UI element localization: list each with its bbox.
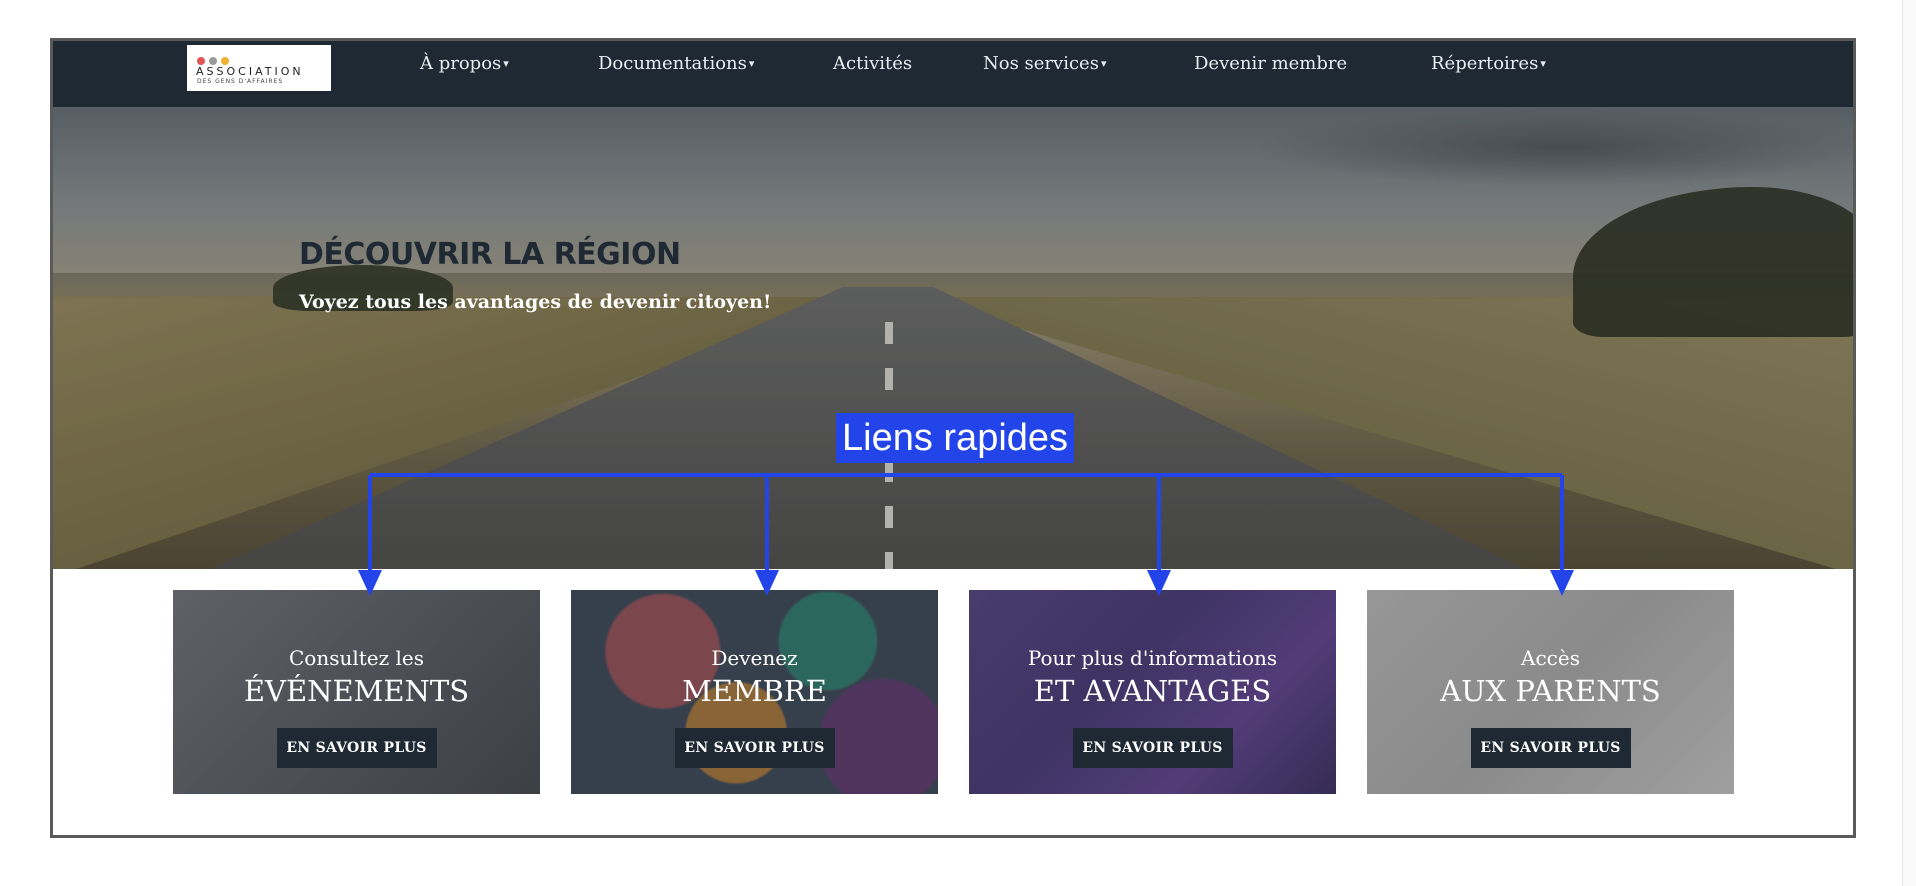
- nav-label: Répertoires: [1431, 53, 1539, 74]
- quick-link-card-avantages[interactable]: Pour plus d'informations ET AVANTAGES EN…: [969, 590, 1336, 794]
- site-logo[interactable]: ASSOCIATION DES GENS D'AFFAIRES: [187, 45, 331, 91]
- nav-item-nos-services[interactable]: Nos services ▾: [983, 53, 1106, 74]
- nav-label: Documentations: [598, 53, 747, 74]
- card-kicker: Consultez les: [288, 646, 425, 670]
- nav-label: Devenir membre: [1194, 53, 1348, 74]
- logo-subtext: DES GENS D'AFFAIRES: [197, 78, 284, 85]
- card-title: ÉVÉNEMENTS: [243, 674, 470, 708]
- hero-title: DÉCOUVRIR LA RÉGION: [299, 237, 681, 272]
- card-kicker: Pour plus d'informations: [1027, 646, 1278, 670]
- card-title: ET AVANTAGES: [1033, 674, 1272, 708]
- logo-text: ASSOCIATION: [196, 65, 304, 78]
- hero-banner: DÉCOUVRIR LA RÉGION Voyez tous les avant…: [53, 107, 1853, 569]
- card-title: MEMBRE: [682, 674, 827, 708]
- hero-subtitle: Voyez tous les avantages de devenir cito…: [299, 291, 772, 313]
- page-scrollbar[interactable]: [1902, 0, 1916, 886]
- nav-item-documentations[interactable]: Documentations ▾: [598, 53, 754, 74]
- quick-link-card-evenements[interactable]: Consultez les ÉVÉNEMENTS EN SAVOIR PLUS: [173, 590, 540, 794]
- hero-shade: [53, 107, 1853, 569]
- logo-dots: [197, 50, 233, 65]
- nav-item-activites[interactable]: Activités: [833, 53, 912, 74]
- en-savoir-plus-button[interactable]: EN SAVOIR PLUS: [674, 728, 835, 768]
- caret-down-icon: ▾: [748, 57, 755, 70]
- card-kicker: Devenez: [711, 646, 798, 670]
- nav-label: Nos services: [983, 53, 1099, 74]
- nav-item-a-propos[interactable]: À propos ▾: [420, 53, 509, 74]
- en-savoir-plus-button[interactable]: EN SAVOIR PLUS: [276, 728, 437, 768]
- quick-links-annotation-label: Liens rapides: [836, 413, 1075, 463]
- top-navbar: ASSOCIATION DES GENS D'AFFAIRES À propos…: [53, 41, 1853, 107]
- nav-label: Activités: [833, 53, 913, 74]
- en-savoir-plus-button[interactable]: EN SAVOIR PLUS: [1470, 728, 1631, 768]
- nav-item-devenir-membre[interactable]: Devenir membre: [1194, 53, 1347, 74]
- quick-link-card-parents[interactable]: Accès AUX PARENTS EN SAVOIR PLUS: [1367, 590, 1734, 794]
- caret-down-icon: ▾: [1540, 57, 1546, 70]
- en-savoir-plus-button[interactable]: EN SAVOIR PLUS: [1072, 728, 1233, 768]
- nav-item-repertoires[interactable]: Répertoires ▾: [1431, 53, 1546, 74]
- logo-dot-red: [197, 57, 205, 65]
- card-title: AUX PARENTS: [1440, 674, 1661, 708]
- nav-label: À propos: [420, 53, 502, 74]
- logo-dot-grey: [209, 57, 217, 65]
- logo-dot-yellow: [221, 57, 229, 65]
- quick-link-card-membre[interactable]: Devenez MEMBRE EN SAVOIR PLUS: [571, 590, 938, 794]
- card-kicker: Accès: [1521, 646, 1580, 670]
- caret-down-icon: ▾: [503, 57, 509, 70]
- caret-down-icon: ▾: [1100, 57, 1107, 70]
